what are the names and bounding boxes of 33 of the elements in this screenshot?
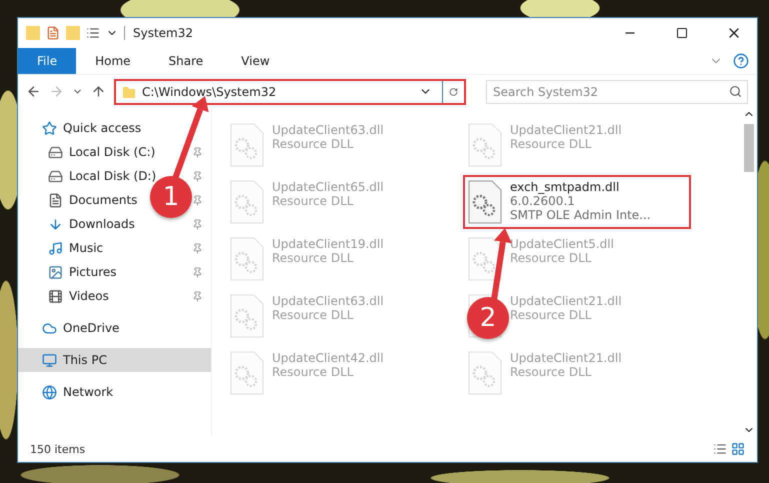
ribbon-tab[interactable]: Share bbox=[150, 48, 222, 74]
nav-label[interactable]: Downloads bbox=[69, 217, 135, 231]
file-name[interactable]: exch_smtpadm.dll bbox=[510, 180, 651, 194]
nav-item[interactable]: This PC bbox=[18, 348, 211, 372]
file-detail: Resource DLL bbox=[272, 194, 354, 208]
file-detail: Resource DLL bbox=[272, 251, 354, 265]
nav-label[interactable]: OneDrive bbox=[63, 321, 120, 335]
address-bar[interactable]: C:\Windows\System32 bbox=[114, 78, 466, 104]
search-field[interactable]: Search System32 bbox=[486, 80, 748, 104]
item-count: 150 items bbox=[30, 442, 86, 456]
file-detail: Resource DLL bbox=[272, 308, 354, 322]
file-detail: SMTP OLE Admin Inte... bbox=[510, 208, 651, 222]
window-title: System32 bbox=[124, 26, 601, 40]
address-path: C:\Windows\System32 bbox=[142, 84, 278, 98]
nav-label[interactable]: Local Disk (C:) bbox=[69, 145, 156, 159]
ribbon-tab[interactable]: Home bbox=[76, 48, 150, 74]
nav-label[interactable]: Quick access bbox=[63, 121, 142, 135]
ribbon-tab[interactable]: File bbox=[18, 48, 76, 74]
ribbon-tab[interactable]: View bbox=[222, 48, 289, 74]
nav-label[interactable]: Network bbox=[63, 385, 114, 399]
nav-label[interactable]: This PC bbox=[63, 353, 107, 367]
nav-label[interactable]: Videos bbox=[69, 289, 109, 303]
nav-label[interactable]: Documents bbox=[69, 193, 138, 207]
file-detail: Resource DLL bbox=[510, 137, 592, 151]
nav-label[interactable]: Music bbox=[69, 241, 104, 255]
file-detail: Resource DLL bbox=[510, 365, 592, 379]
file-detail: Resource DLL bbox=[272, 365, 354, 379]
file-item[interactable]: exch_smtpadm.dll 6.0.2600.1 SMTP OLE Admin Inte... bbox=[463, 175, 691, 229]
file-detail: Resource DLL bbox=[510, 308, 592, 322]
file-detail: 6.0.2600.1 bbox=[510, 194, 576, 208]
nav-label[interactable]: Pictures bbox=[69, 265, 117, 279]
file-detail: Resource DLL bbox=[272, 137, 354, 151]
file-detail: Resource DLL bbox=[510, 251, 592, 265]
